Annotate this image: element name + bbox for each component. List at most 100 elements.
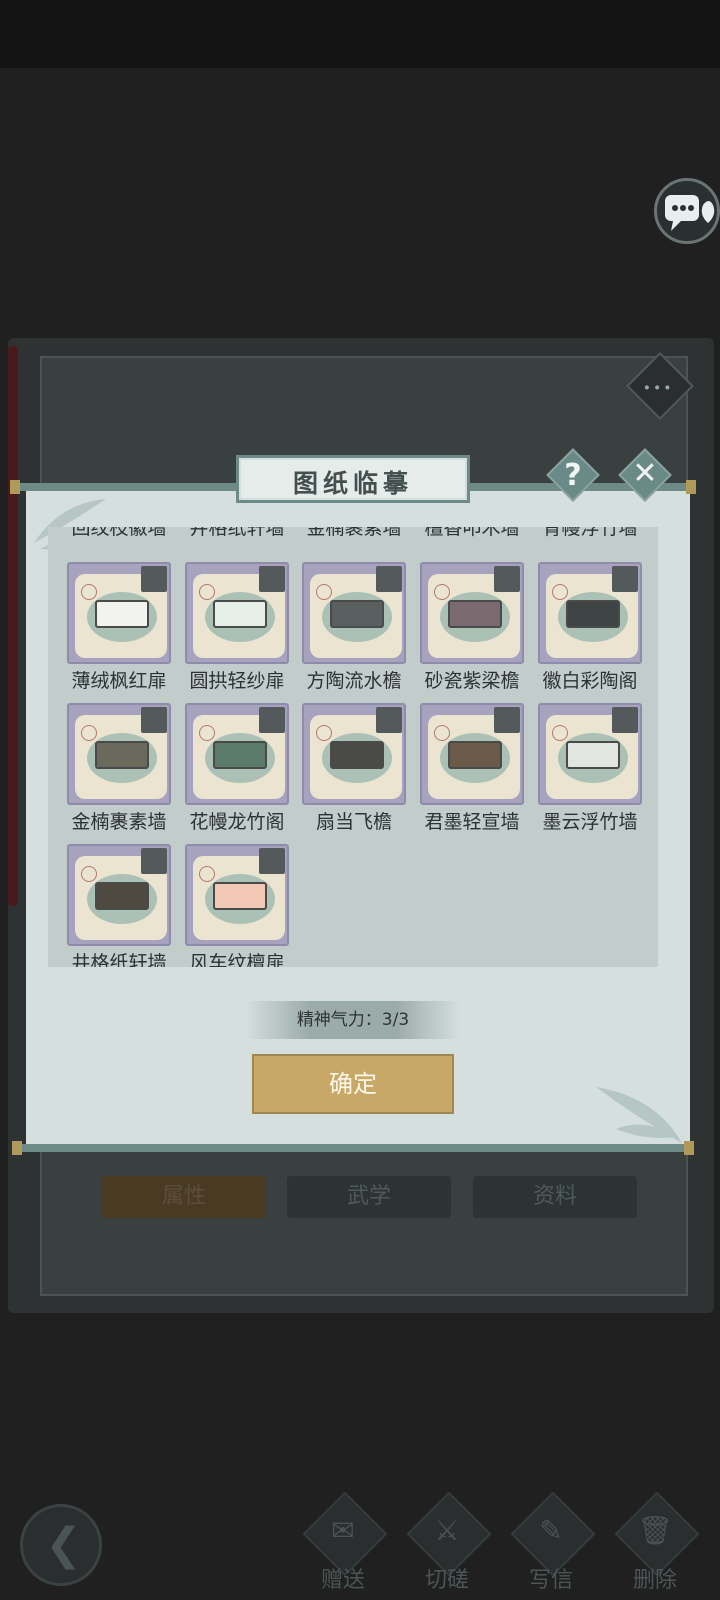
select-checkbox[interactable] <box>494 566 520 592</box>
select-checkbox[interactable] <box>141 848 167 874</box>
blueprint-thumbnail <box>67 562 171 664</box>
blueprint-name: 薄绒枫红扉 <box>71 670 167 692</box>
back-button[interactable]: ❮ <box>20 1504 102 1586</box>
spar-button[interactable]: ⚔ 切磋 <box>402 1491 492 1600</box>
building-icon <box>213 600 267 628</box>
blueprint-name: 金楠裹素墙 <box>71 811 167 833</box>
blueprint-thumbnail <box>302 703 406 805</box>
blueprint-name: 君墨轻宣墙 <box>424 811 520 833</box>
select-checkbox[interactable] <box>259 566 285 592</box>
blueprint-thumbnail <box>420 703 524 805</box>
seal-stamp-icon <box>434 725 450 741</box>
blueprint-thumbnail <box>67 844 171 946</box>
chat-icon <box>665 195 715 231</box>
letter-label: 写信 <box>528 1568 573 1593</box>
dialog-title: 图纸临摹 <box>292 469 413 498</box>
tab-attributes[interactable]: 属性 <box>102 1176 266 1218</box>
back-arrow-icon: ❮ <box>45 1519 82 1570</box>
blueprint-thumbnail <box>538 562 642 664</box>
seal-stamp-icon <box>316 584 332 600</box>
blueprint-thumbnail <box>538 703 642 805</box>
select-checkbox[interactable] <box>494 707 520 733</box>
building-icon <box>95 882 149 910</box>
select-checkbox[interactable] <box>376 566 402 592</box>
building-icon <box>566 600 620 628</box>
bamboo-leaf-decoration-2 <box>596 1087 682 1143</box>
select-checkbox[interactable] <box>141 707 167 733</box>
blueprint-name: 圆拱轻纱扉 <box>189 670 285 692</box>
select-checkbox[interactable] <box>259 707 285 733</box>
select-checkbox[interactable] <box>141 566 167 592</box>
select-checkbox[interactable] <box>259 848 285 874</box>
seal-stamp-icon <box>199 584 215 600</box>
blueprint-thumbnail <box>185 562 289 664</box>
partial-item-label: 青幔浮竹墙 <box>542 527 638 539</box>
blueprint-name: 扇当飞檐 <box>315 811 392 833</box>
delete-label: 删除 <box>632 1568 677 1593</box>
delete-button[interactable]: 🗑 删除 <box>610 1491 700 1600</box>
building-icon <box>95 600 149 628</box>
tab-profile[interactable]: 资料 <box>473 1176 637 1218</box>
blueprint-name: 方陶流水檐 <box>306 670 402 692</box>
close-icon: ✕ <box>632 456 658 491</box>
status-bar <box>0 0 720 68</box>
seal-stamp-icon <box>199 725 215 741</box>
rod-end-right <box>686 480 696 494</box>
blueprint-thumbnail <box>302 562 406 664</box>
scroll-icon: ✉ <box>331 1514 355 1547</box>
rod-end-left <box>10 480 20 494</box>
seal-stamp-icon <box>199 866 215 882</box>
scroll-rod-bottom <box>16 1144 690 1152</box>
blueprint-thumbnail <box>185 703 289 805</box>
help-icon: ? <box>564 458 582 493</box>
gift-label: 赠送 <box>320 1568 365 1593</box>
blueprint-thumbnail <box>67 703 171 805</box>
blueprint-name: 砂瓷紫梁檐 <box>424 670 520 692</box>
building-icon <box>213 741 267 769</box>
spar-label: 切磋 <box>424 1568 469 1593</box>
blueprint-name: 风车纹檀扉 <box>189 952 285 967</box>
seal-stamp-icon <box>316 725 332 741</box>
tab-martial-arts[interactable]: 武学 <box>287 1176 451 1218</box>
building-icon <box>330 600 384 628</box>
blueprint-name: 徽白彩陶阁 <box>542 670 638 692</box>
dialog-title-plaque: 图纸临摹 <box>236 455 470 503</box>
select-checkbox[interactable] <box>376 707 402 733</box>
gift-button[interactable]: ✉ 赠送 <box>298 1491 388 1600</box>
blueprint-thumbnail <box>420 562 524 664</box>
blueprint-name: 花幔龙竹阁 <box>189 811 285 833</box>
more-icon: ••• <box>642 380 674 397</box>
partial-item-label: 檀香叩木墙 <box>424 527 520 539</box>
building-icon <box>330 741 384 769</box>
building-icon <box>448 600 502 628</box>
stamina-display: 精神气力：3/3 <box>246 1001 460 1039</box>
sword-icon: ⚔ <box>434 1514 460 1547</box>
rod-end-right-bottom <box>684 1141 694 1155</box>
letter-icon: ✎ <box>539 1514 563 1547</box>
partial-item-label: 金楠裹素墙 <box>306 527 402 539</box>
seal-stamp-icon <box>552 584 568 600</box>
rod-end-left-bottom <box>12 1141 22 1155</box>
blueprint-name: 井格纸轩墙 <box>71 952 167 967</box>
partial-item-label: 井格纸轩墙 <box>189 527 285 539</box>
blueprint-name: 墨云浮竹墙 <box>542 811 638 833</box>
select-checkbox[interactable] <box>612 707 638 733</box>
seal-stamp-icon <box>81 584 97 600</box>
building-icon <box>448 741 502 769</box>
seal-stamp-icon <box>81 725 97 741</box>
blueprint-grid[interactable]: 回纹枝徽墙 井格纸轩墙 金楠裹素墙 檀香叩木墙 青幔浮竹墙 薄绒枫红扉 圆拱轻纱扉… <box>48 527 658 967</box>
confirm-button[interactable]: 确定 <box>252 1054 454 1114</box>
seal-stamp-icon <box>81 866 97 882</box>
building-icon <box>95 741 149 769</box>
seal-stamp-icon <box>434 584 450 600</box>
select-checkbox[interactable] <box>612 566 638 592</box>
write-letter-button[interactable]: ✎ 写信 <box>506 1491 596 1600</box>
chat-button[interactable] <box>654 178 720 244</box>
partial-item-label: 回纹枝徽墙 <box>71 527 167 539</box>
seal-stamp-icon <box>552 725 568 741</box>
building-icon <box>566 741 620 769</box>
building-icon <box>213 882 267 910</box>
blueprint-thumbnail <box>185 844 289 946</box>
trash-icon: 🗑 <box>637 1514 673 1547</box>
book-ribbon <box>8 346 18 906</box>
